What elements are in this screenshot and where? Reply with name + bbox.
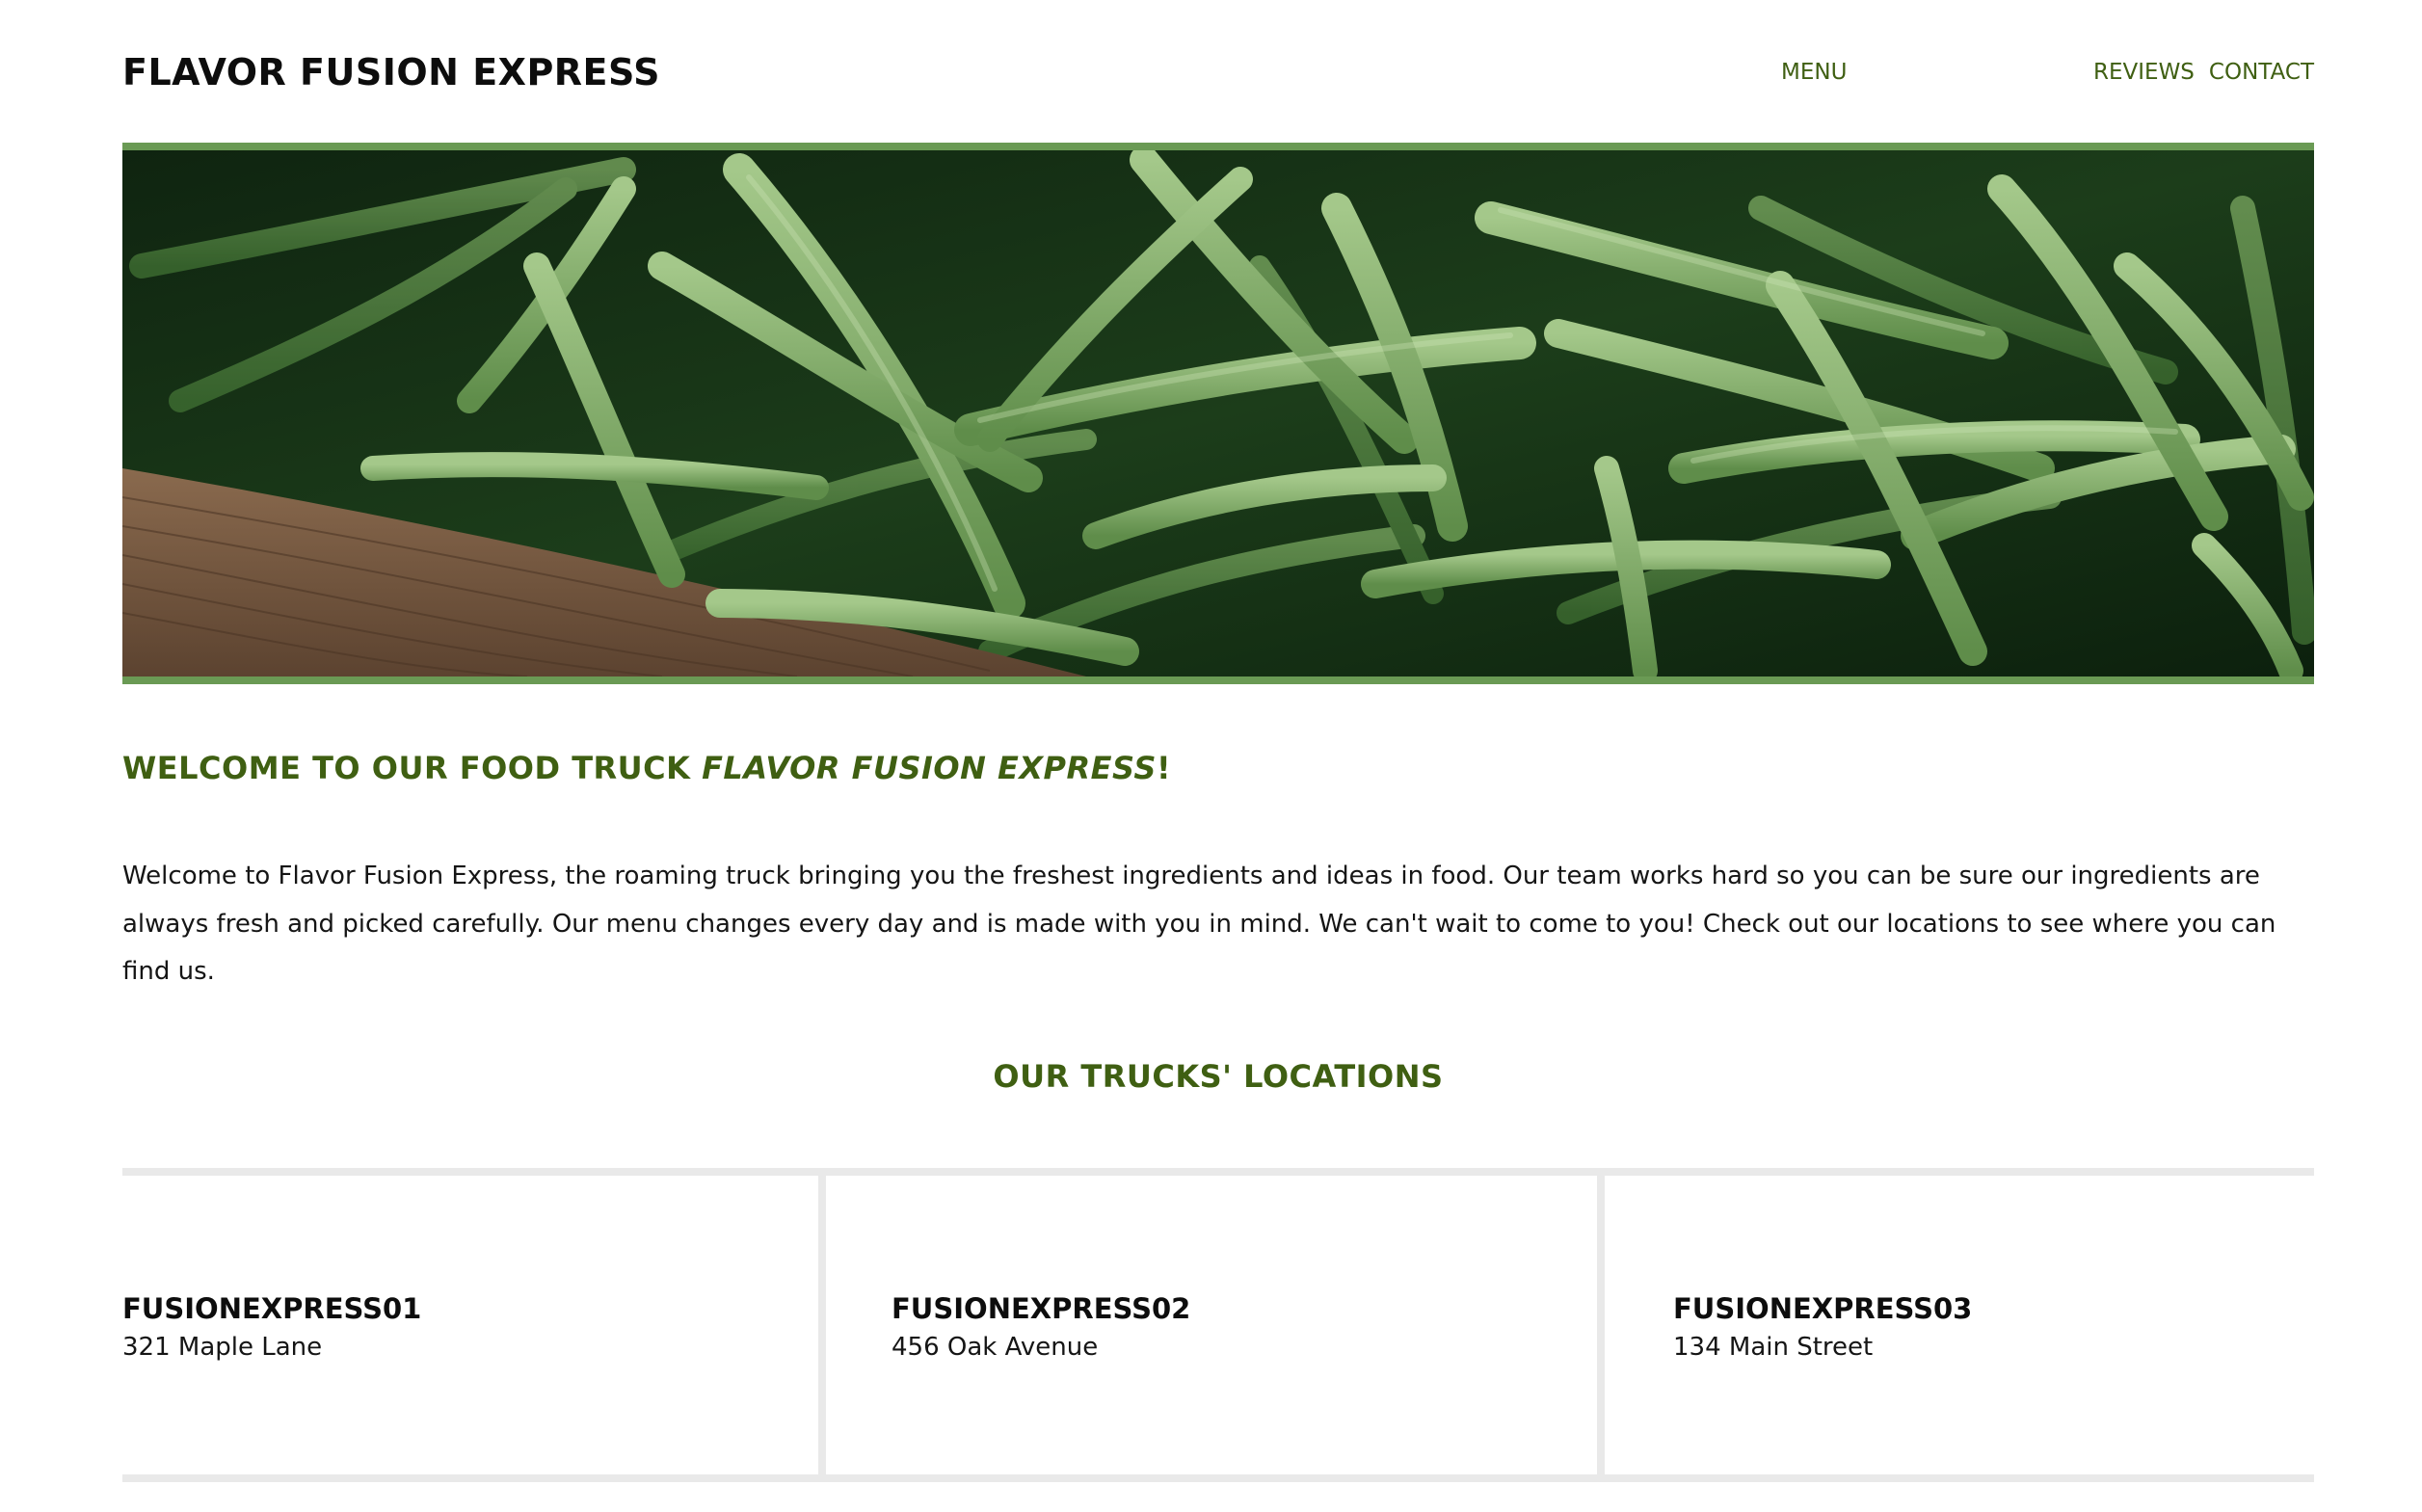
welcome-heading-prefix: WELCOME TO OUR FOOD TRUCK — [122, 750, 703, 786]
green-beans-image — [122, 150, 2314, 676]
welcome-paragraph: Welcome to Flavor Fusion Express, the ro… — [122, 862, 2276, 986]
hero-banner — [122, 143, 2314, 684]
location-card: FUSIONEXPRESS02 456 Oak Avenue — [826, 1176, 1605, 1474]
page: FLAVOR FUSION EXPRESS MENU REVIEWS CONTA… — [122, 0, 2314, 1482]
location-name: FUSIONEXPRESS01 — [122, 1292, 422, 1325]
welcome-heading-suffix: ! — [1156, 750, 1172, 786]
welcome-heading-name: FLAVOR FUSION EXPRESS — [702, 750, 1157, 786]
location-name: FUSIONEXPRESS03 — [1673, 1292, 1973, 1325]
site-header: FLAVOR FUSION EXPRESS MENU REVIEWS CONTA… — [122, 0, 2314, 143]
locations-list: FUSIONEXPRESS01 321 Maple Lane FUSIONEXP… — [122, 1168, 2314, 1482]
location-address: 456 Oak Avenue — [892, 1333, 1099, 1362]
brand-title[interactable]: FLAVOR FUSION EXPRESS — [122, 50, 660, 94]
nav-reviews-link[interactable]: REVIEWS — [2093, 58, 2195, 87]
main-nav: MENU REVIEWS CONTACT — [1350, 58, 2314, 87]
location-address: 134 Main Street — [1673, 1333, 1874, 1362]
locations-heading: OUR TRUCKS' LOCATIONS — [993, 1058, 1444, 1095]
location-card: FUSIONEXPRESS03 134 Main Street — [1605, 1176, 2314, 1474]
location-card: FUSIONEXPRESS01 321 Maple Lane — [122, 1176, 826, 1474]
location-name: FUSIONEXPRESS02 — [892, 1292, 1191, 1325]
welcome-heading: WELCOME TO OUR FOOD TRUCK FLAVOR FUSION … — [122, 746, 1171, 790]
nav-contact-link[interactable]: CONTACT — [2209, 58, 2314, 87]
nav-menu-link[interactable]: MENU — [1781, 58, 1847, 87]
location-address: 321 Maple Lane — [122, 1333, 323, 1362]
